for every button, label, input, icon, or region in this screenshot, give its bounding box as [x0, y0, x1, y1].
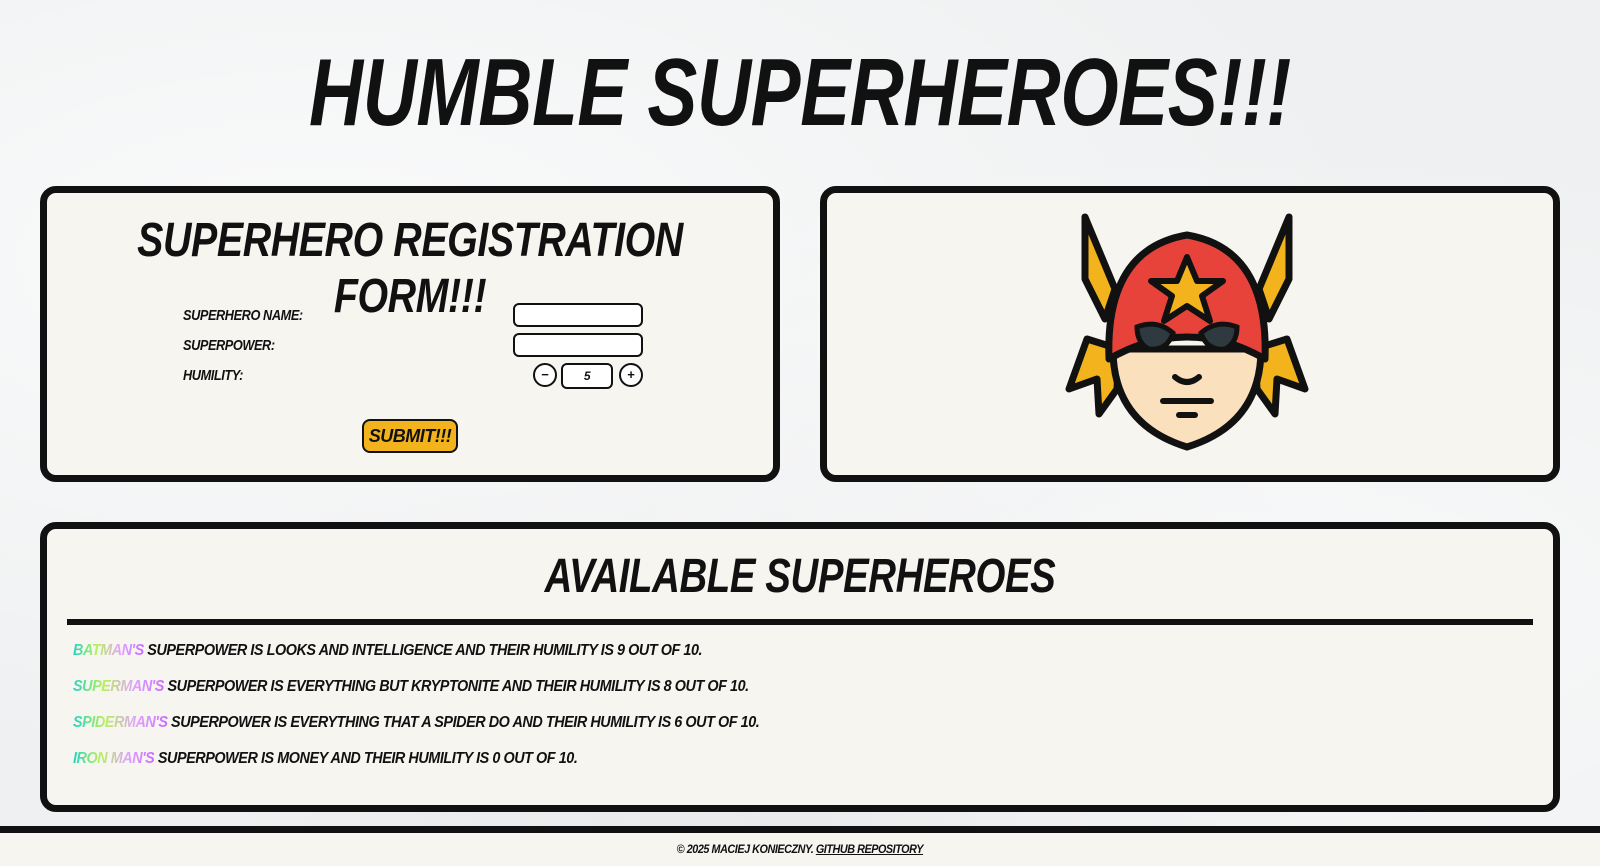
- divider: [67, 619, 1533, 625]
- power-row: SUPERPOWER:: [183, 333, 643, 361]
- superpower-input[interactable]: [513, 333, 643, 357]
- hero-description: SUPERPOWER IS LOOKS AND INTELLIGENCE AND…: [143, 642, 703, 659]
- name-label: SUPERHERO NAME:: [183, 307, 303, 324]
- list-item: SPIDERMAN'S SUPERPOWER IS EVERYTHING THA…: [73, 713, 760, 749]
- hero-name: SUPERMAN'S: [73, 678, 164, 695]
- copyright-text: © 2025 MACIEJ KONIECZNY.: [676, 842, 816, 856]
- superhero-mask-icon: [1065, 213, 1309, 451]
- hero-name: SPIDERMAN'S: [73, 714, 168, 731]
- footer-text: © 2025 MACIEJ KONIECZNY. GITHUB REPOSITO…: [676, 833, 924, 865]
- hero-description: SUPERPOWER IS EVERYTHING BUT KRYPTONITE …: [163, 678, 749, 695]
- hero-description: SUPERPOWER IS EVERYTHING THAT A SPIDER D…: [167, 714, 760, 731]
- power-label: SUPERPOWER:: [183, 337, 275, 354]
- github-repository-link[interactable]: GITHUB REPOSITORY: [816, 842, 924, 856]
- humility-row: HUMILITY: − 5 +: [183, 363, 643, 391]
- decrement-button[interactable]: −: [533, 363, 557, 387]
- list-title: AVAILABLE SUPERHEROES: [544, 550, 1056, 603]
- hero-list: BATMAN'S SUPERPOWER IS LOOKS AND INTELLI…: [73, 641, 836, 785]
- heroes-list-panel: AVAILABLE SUPERHEROES BATMAN'S SUPERPOWE…: [40, 522, 1560, 812]
- list-item: IRON MAN'S SUPERPOWER IS MONEY AND THEIR…: [73, 749, 759, 785]
- list-item: BATMAN'S SUPERPOWER IS LOOKS AND INTELLI…: [73, 641, 759, 677]
- hero-name: BATMAN'S: [73, 642, 144, 659]
- page-title: HUMBLE SUPERHEROES!!!: [309, 39, 1291, 146]
- superhero-name-input[interactable]: [513, 303, 643, 327]
- submit-button[interactable]: SUBMIT!!!: [362, 419, 458, 453]
- humility-value-input[interactable]: 5: [561, 363, 613, 389]
- humility-label: HUMILITY:: [183, 367, 243, 384]
- humility-stepper: − 5 +: [533, 363, 643, 391]
- image-panel: [820, 186, 1560, 482]
- hero-description: SUPERPOWER IS MONEY AND THEIR HUMILITY I…: [154, 750, 578, 767]
- name-row: SUPERHERO NAME:: [183, 303, 643, 331]
- registration-form-panel: SUPERHERO REGISTRATION FORM!!! SUPERHERO…: [40, 186, 780, 482]
- increment-button[interactable]: +: [619, 363, 643, 387]
- hero-name: IRON MAN'S: [73, 750, 155, 767]
- footer: © 2025 MACIEJ KONIECZNY. GITHUB REPOSITO…: [0, 826, 1600, 866]
- list-item: SUPERMAN'S SUPERPOWER IS EVERYTHING BUT …: [73, 677, 759, 713]
